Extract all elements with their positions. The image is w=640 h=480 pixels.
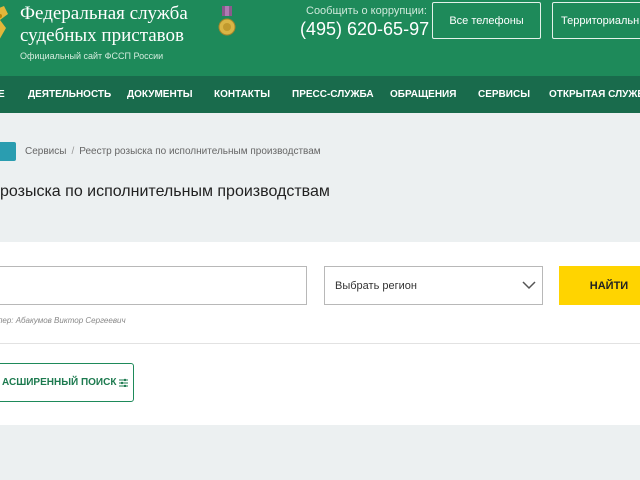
nav-item-services[interactable]: СЕРВИСЫ	[478, 89, 530, 100]
search-input[interactable]	[0, 266, 307, 305]
org-title-line2: судебных приставов	[20, 25, 184, 46]
eagle-emblem-icon[interactable]	[0, 6, 8, 42]
advanced-search-label: АСШИРЕННЫЙ ПОИСК	[2, 377, 117, 388]
home-icon[interactable]	[0, 142, 16, 161]
corruption-report-label[interactable]: Сообщить о коррупции:	[306, 5, 427, 17]
corruption-phone[interactable]: (495) 620-65-97	[300, 19, 429, 40]
find-button[interactable]: НАЙТИ	[559, 266, 640, 305]
search-panel: Выбрать регион НАЙТИ пер: Абакумов Викто…	[0, 242, 640, 425]
nav-item-press[interactable]: ПРЕСС-СЛУЖБА	[292, 89, 374, 100]
page-title: розыска по исполнительным производствам	[0, 183, 330, 200]
breadcrumb-item-services[interactable]: Сервисы	[25, 146, 66, 157]
site-header: Федеральная служба судебных приставов Оф…	[0, 0, 640, 76]
breadcrumb: Сервисы / Реестр розыска по исполнительным…	[25, 146, 321, 157]
search-hint: пер: Абакумов Виктор Сергеевич	[0, 316, 126, 325]
breadcrumb-separator: /	[71, 146, 75, 157]
chevron-down-icon	[522, 281, 536, 290]
filter-icon	[119, 378, 129, 387]
breadcrumb-item-current: Реестр розыска по исполнительным произво…	[79, 146, 321, 157]
org-subtitle: Официальный сайт ФССП России	[20, 51, 164, 61]
region-select-value: Выбрать регион	[335, 280, 417, 292]
medal-icon	[218, 6, 236, 36]
org-title-line1: Федеральная служба	[20, 3, 188, 24]
nav-item-activity[interactable]: ДЕЯТЕЛЬНОСТЬ	[28, 89, 111, 100]
nav-item-contacts[interactable]: КОНТАКТЫ	[214, 89, 270, 100]
main-nav: Е ДЕЯТЕЛЬНОСТЬ ДОКУМЕНТЫ КОНТАКТЫ ПРЕСС-…	[0, 76, 640, 113]
nav-item-appeals[interactable]: ОБРАЩЕНИЯ	[390, 89, 456, 100]
org-title[interactable]: Федеральная служба судебных приставов	[20, 3, 188, 47]
advanced-search-button[interactable]: АСШИРЕННЫЙ ПОИСК	[0, 363, 134, 402]
divider	[0, 343, 640, 344]
territorial-button[interactable]: Территориальные	[552, 2, 640, 39]
nav-item-partial[interactable]: Е	[0, 89, 5, 100]
region-select[interactable]: Выбрать регион	[324, 266, 543, 305]
all-phones-button[interactable]: Все телефоны	[432, 2, 541, 39]
nav-item-documents[interactable]: ДОКУМЕНТЫ	[127, 89, 193, 100]
nav-item-open-service[interactable]: ОТКРЫТАЯ СЛУЖБА	[549, 89, 640, 100]
